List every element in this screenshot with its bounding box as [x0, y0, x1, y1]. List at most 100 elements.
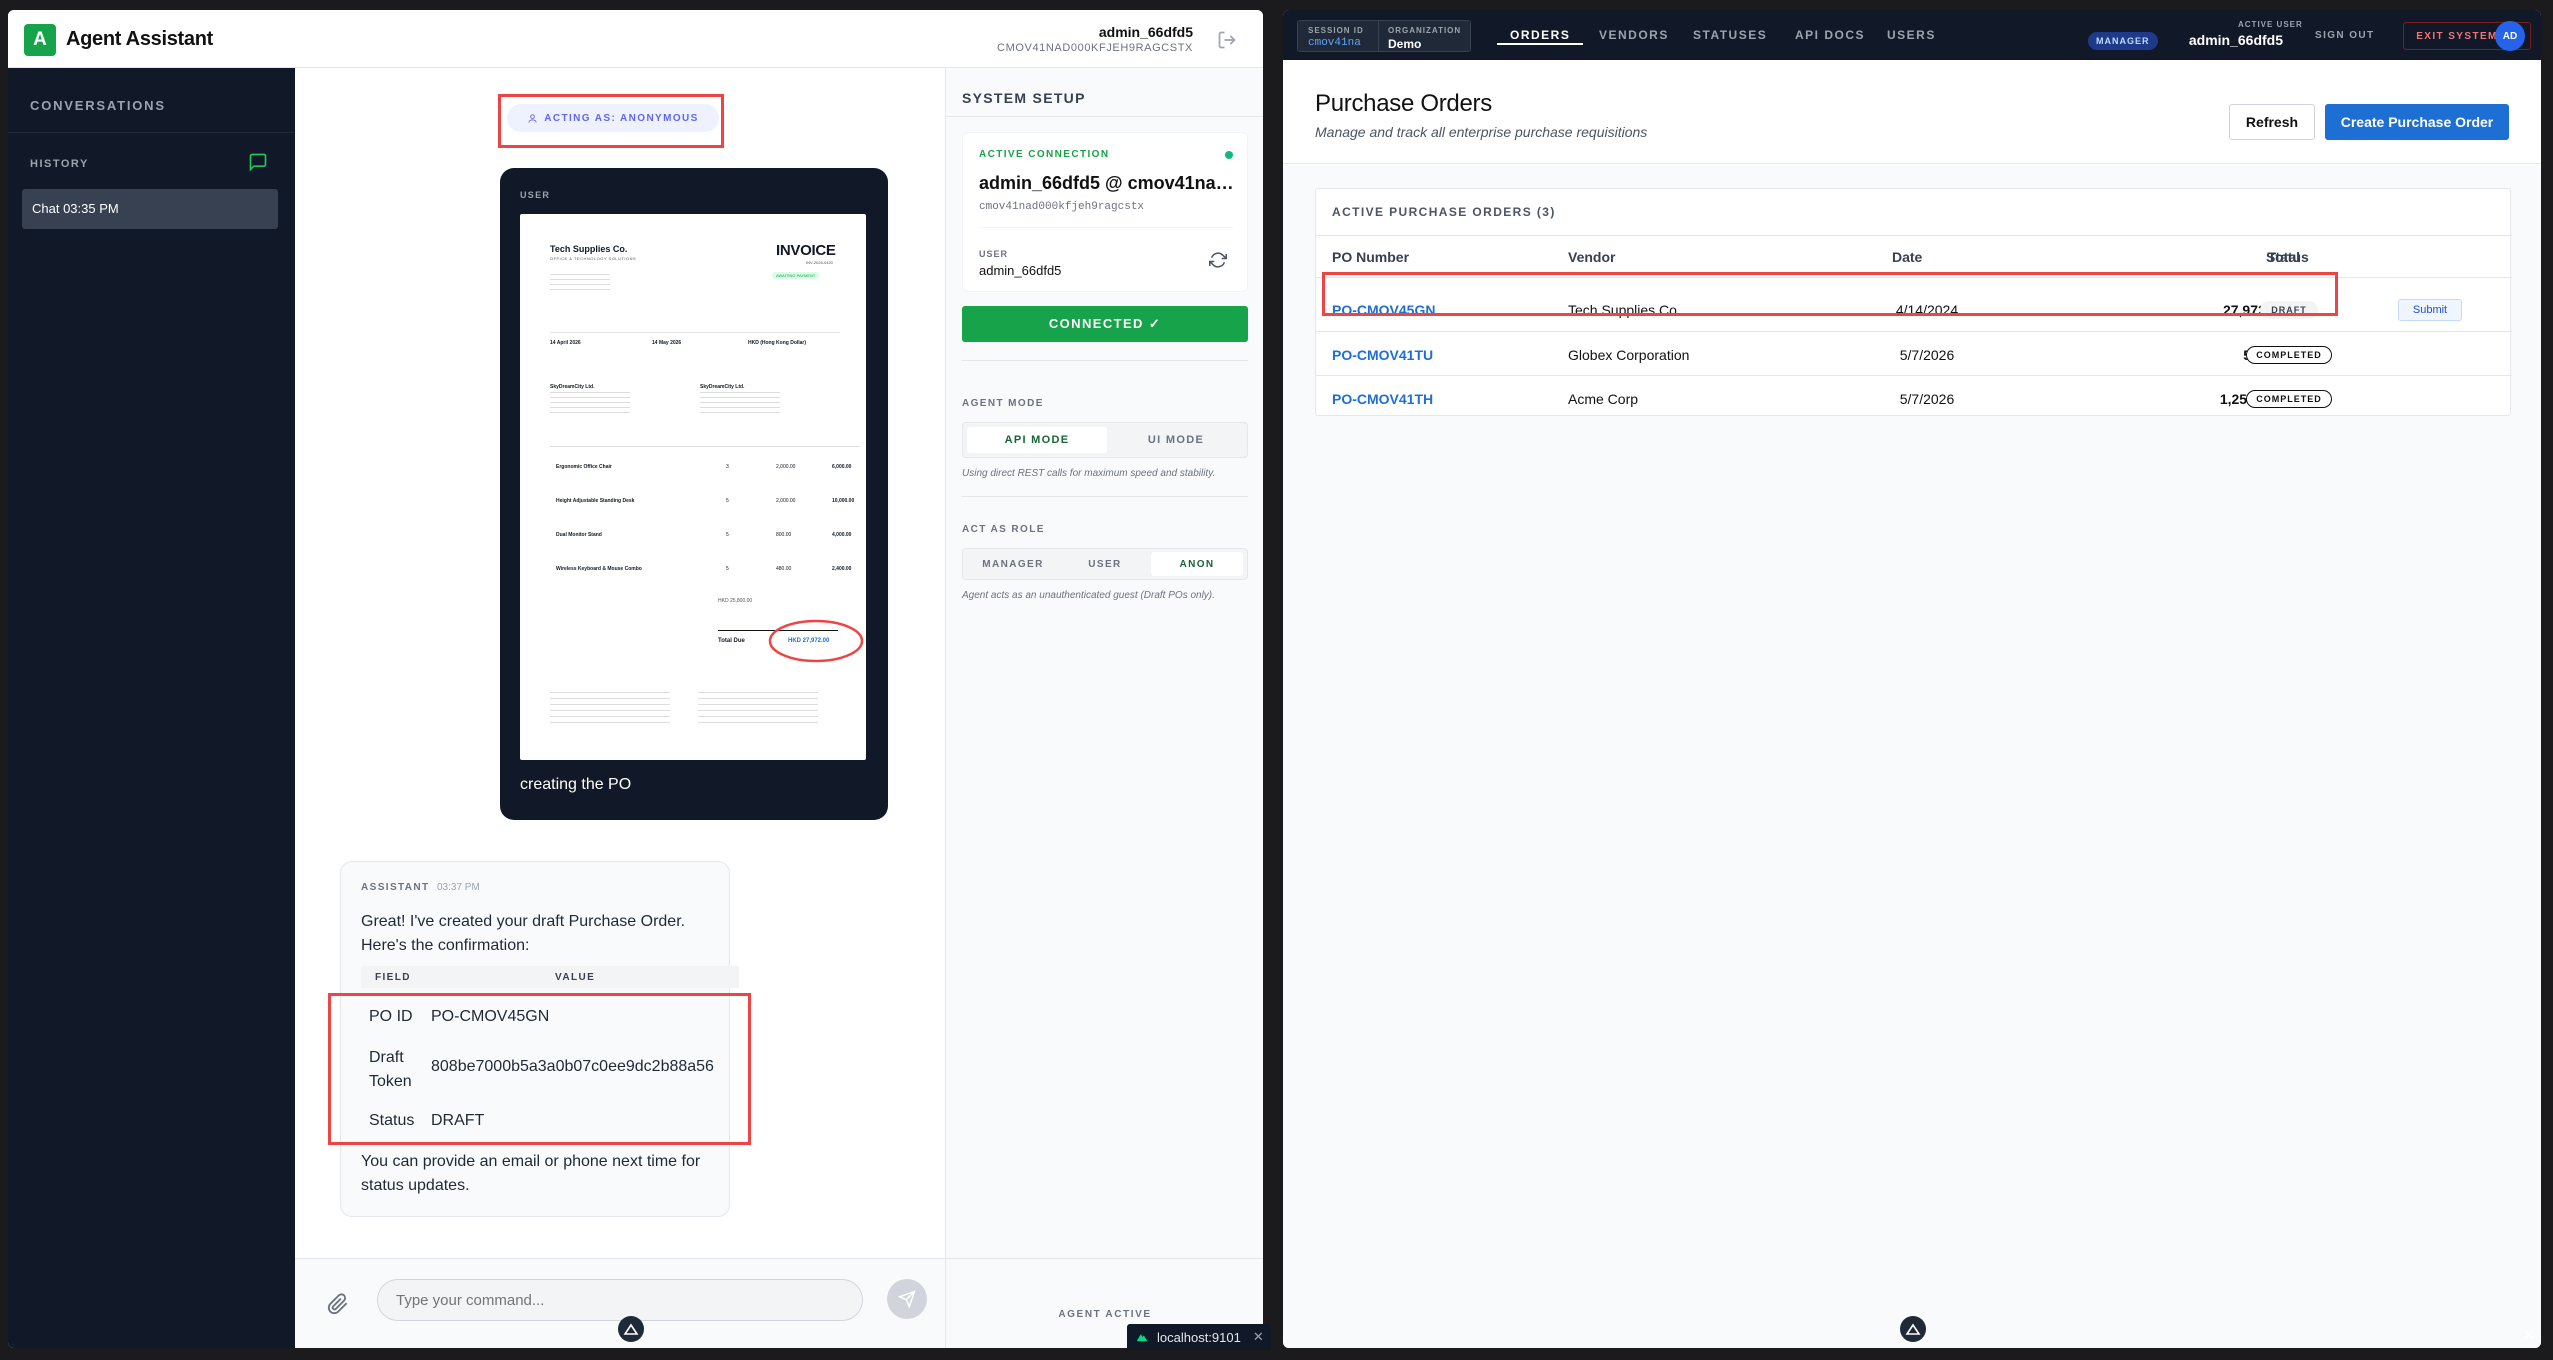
app-logo: A — [24, 24, 56, 56]
page-header: Purchase Orders Manage and track all ent… — [1283, 60, 2541, 164]
date-cell: 5/7/2026 — [1899, 391, 1955, 407]
invoice-item-qty: 5 — [726, 566, 729, 572]
create-purchase-order-button[interactable]: Create Purchase Order — [2325, 104, 2509, 140]
sidebar: CONVERSATIONS HISTORY Chat 03:35 PM — [8, 68, 295, 1348]
invoice-bill-address — [550, 392, 630, 416]
invoice-item-qty: 5 — [726, 498, 729, 504]
user-icon — [528, 113, 537, 123]
acting-as-text: ACTING AS: ANONYMOUS — [544, 112, 699, 124]
invoice-item: Wireless Keyboard & Mouse Combo 5 480.00… — [550, 566, 860, 600]
invoice-status: AWAITING PAYMENT — [772, 272, 820, 279]
role-option-manager[interactable]: MANAGER — [967, 552, 1059, 576]
status-dot — [1225, 151, 1233, 159]
app-title: Agent Assistant — [66, 28, 214, 50]
invoice-terms — [550, 692, 670, 728]
connection-id: cmov41nad000kfjeh9ragcstx — [979, 201, 1145, 213]
act-as-role-label: ACT AS ROLE — [962, 524, 1045, 535]
column-header-status: Status — [2266, 249, 2309, 265]
devtools-icon[interactable] — [618, 1316, 644, 1342]
table-header-field: FIELD — [375, 972, 411, 983]
invoice-bill-to: SkyDreamCity Ltd. — [550, 384, 595, 390]
close-icon[interactable]: ✕ — [2518, 1324, 2540, 1346]
connection-card: ACTIVE CONNECTION admin_66dfd5 @ cmov41n… — [962, 132, 1248, 292]
session-divider — [1378, 21, 1379, 51]
active-user-value: admin_66dfd5 — [2188, 32, 2283, 48]
role-badge: MANAGER — [2088, 32, 2158, 50]
ui-mode-option[interactable]: UI MODE — [1109, 427, 1243, 453]
po-number-link[interactable]: PO-CMOV41TH — [1332, 391, 1433, 407]
sign-out-button[interactable]: SIGN OUT — [2315, 30, 2375, 41]
command-input[interactable] — [377, 1279, 863, 1321]
exit-system-label: EXIT SYSTEM — [2416, 30, 2498, 42]
invoice-item: Ergonomic Office Chair 3 2,000.00 6,000.… — [550, 464, 860, 498]
column-header-po-number: PO Number — [1332, 249, 1410, 265]
mountain-icon — [1905, 1323, 1921, 1335]
invoice-item-price: 800.00 — [776, 532, 792, 538]
logout-icon[interactable] — [1217, 30, 1237, 50]
invoice-address — [550, 274, 610, 294]
devtools-icon[interactable] — [1900, 1316, 1926, 1342]
localhost-chip[interactable]: localhost:9101 ✕ — [1127, 1324, 1271, 1350]
nav-orders[interactable]: ORDERS — [1510, 28, 1570, 42]
agent-assistant-window: A Agent Assistant admin_66dfd5 CMOV41NAD… — [8, 10, 1263, 1348]
confirmation-highlight — [328, 993, 751, 1145]
refresh-icon[interactable] — [1209, 251, 1227, 269]
invoice-company: Tech Supplies Co. — [550, 244, 628, 254]
invoice-item-price: 480.00 — [776, 566, 792, 572]
invoice-due-date: 14 May 2026 — [652, 340, 682, 346]
active-connection-label: ACTIVE CONNECTION — [979, 149, 1110, 160]
localhost-label: localhost:9101 — [1157, 1329, 1241, 1345]
avatar[interactable]: AD — [2495, 21, 2525, 51]
nav-vendors[interactable]: VENDORS — [1599, 28, 1669, 42]
user-message: USER Tech Supplies Co. OFFICE & TECHNOLO… — [500, 168, 888, 820]
message-sender-tag: USER — [520, 190, 551, 200]
invoice-ship-address — [700, 392, 780, 416]
connected-button[interactable]: CONNECTED ✓ — [962, 306, 1248, 342]
active-user-label: ACTIVE USER — [2238, 20, 2303, 29]
invoice-item-qty: 3 — [726, 464, 729, 470]
table-header-value: VALUE — [555, 972, 596, 983]
po-number-link[interactable]: PO-CMOV41TU — [1332, 347, 1433, 363]
invoice-currency: HKD (Hong Kong Dollar) — [748, 340, 807, 346]
status-badge: COMPLETED — [2246, 390, 2332, 408]
chat-area: ACTING AS: ANONYMOUS USER Tech Supplies … — [295, 68, 945, 1348]
role-description: Agent acts as an unauthenticated guest (… — [962, 590, 1215, 601]
send-button[interactable] — [887, 1279, 927, 1319]
nav-statuses[interactable]: STATUSES — [1693, 28, 1767, 42]
vendor-cell: Globex Corporation — [1568, 347, 1690, 363]
paperclip-icon[interactable] — [327, 1293, 349, 1315]
api-mode-option[interactable]: API MODE — [967, 427, 1107, 453]
role-option-user[interactable]: USER — [1061, 552, 1149, 576]
role-option-anon[interactable]: ANON — [1151, 552, 1243, 576]
close-icon[interactable]: ✕ — [1253, 1329, 1264, 1345]
connection-name: admin_66dfd5 @ cmov41nad000kfjeh9ragcstx — [979, 173, 1241, 193]
row-divider — [1316, 375, 2512, 376]
organization-label: ORGANIZATION — [1388, 26, 1462, 35]
invoice-item-price: 2,000.00 — [776, 464, 796, 470]
confirmation-table-header: FIELD VALUE — [361, 966, 739, 988]
user-label: USER — [979, 249, 1009, 259]
invoice-item-amount: 2,400.00 — [832, 566, 852, 572]
send-icon — [898, 1290, 916, 1308]
setup-title: SYSTEM SETUP — [962, 90, 1086, 106]
header-username: admin_66dfd5 — [1098, 24, 1193, 40]
invoice-item-price: 2,000.00 — [776, 498, 796, 504]
new-chat-icon[interactable] — [248, 152, 268, 172]
column-header-vendor: Vendor — [1568, 249, 1616, 265]
nav-api-docs[interactable]: API DOCS — [1795, 28, 1865, 42]
date-cell: 5/7/2026 — [1899, 347, 1955, 363]
sidebar-item-chat[interactable]: Chat 03:35 PM — [22, 189, 278, 229]
invoice-attachment[interactable]: Tech Supplies Co. OFFICE & TECHNOLOGY SO… — [520, 214, 866, 760]
total-circle-annotation — [768, 619, 864, 663]
refresh-button[interactable]: Refresh — [2229, 104, 2315, 140]
nav-users[interactable]: USERS — [1887, 28, 1936, 42]
nuxt-icon — [1136, 1334, 1148, 1342]
assistant-outro-text: You can provide an email or phone next t… — [361, 1153, 701, 1194]
card-divider — [1316, 235, 2512, 236]
submit-button[interactable]: Submit — [2398, 299, 2462, 321]
invoice-item: Height Adjustable Standing Desk 5 2,000.… — [550, 498, 860, 532]
sidebar-heading: CONVERSATIONS — [30, 98, 166, 113]
setup-divider — [962, 496, 1248, 497]
invoice-item-desc: Ergonomic Office Chair — [556, 464, 612, 470]
invoice-heading: INVOICE — [776, 242, 836, 259]
